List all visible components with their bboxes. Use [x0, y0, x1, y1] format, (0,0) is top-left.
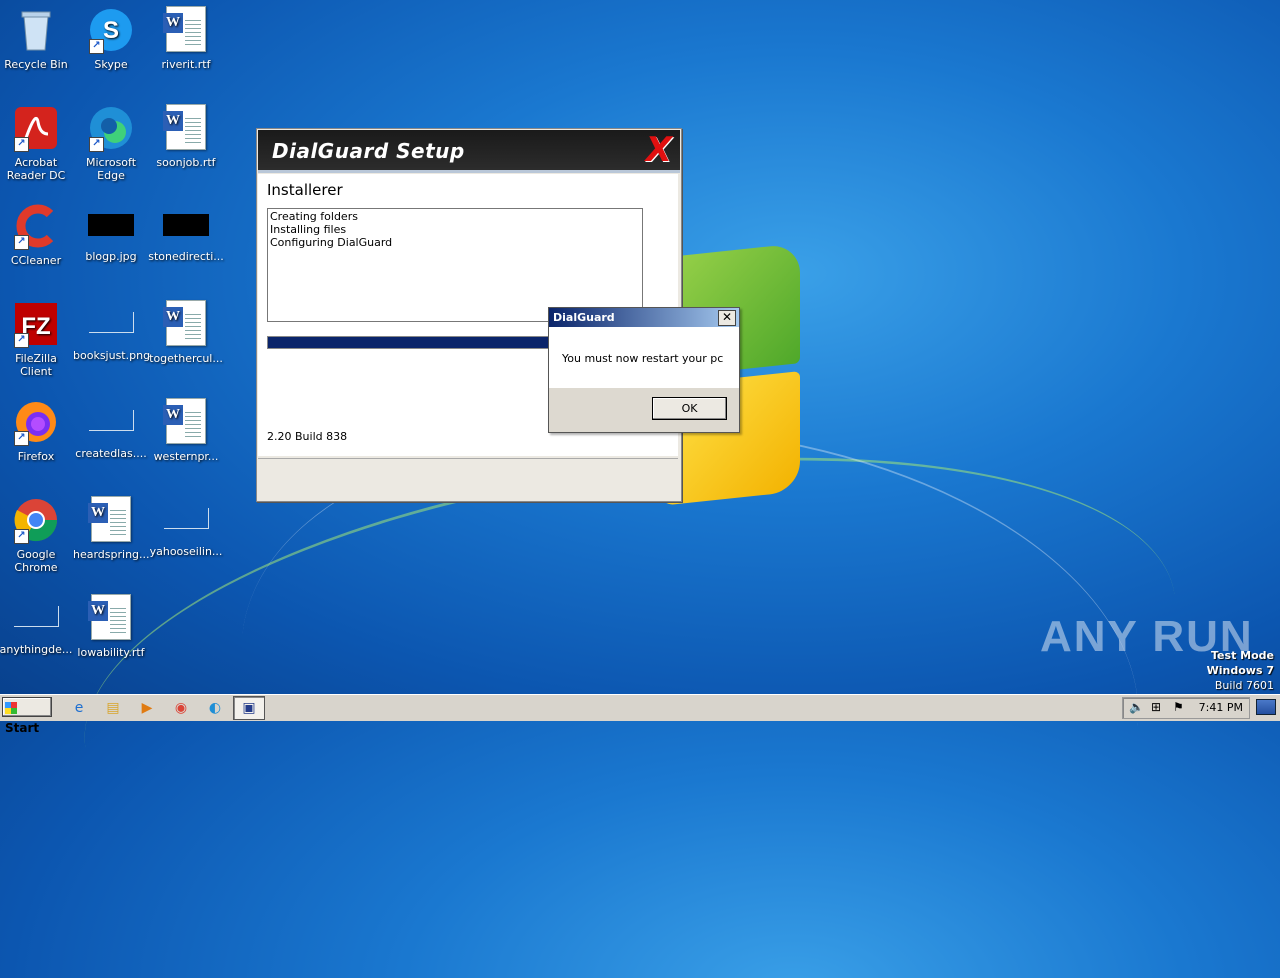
os-label: Windows 7 — [1206, 664, 1274, 677]
desktop-icon-stonedirecti[interactable]: stonedirecti... — [148, 202, 224, 263]
ccleaner-icon: ↗ — [12, 202, 60, 250]
progress-fill — [268, 337, 550, 348]
chrome-icon[interactable]: ◉ — [170, 698, 192, 718]
desktop-icon-lowability[interactable]: lowability.rtf — [73, 594, 149, 659]
system-tray: 🔈 ⊞ ⚑ 7:41 PM — [1122, 697, 1250, 719]
volume-icon[interactable]: 🔈 — [1129, 700, 1144, 714]
word-doc-icon — [162, 6, 210, 54]
setup-heading: Installerer — [267, 181, 343, 199]
desktop-icon-filezilla[interactable]: FZ ↗ FileZilla Client — [0, 300, 74, 378]
word-doc-icon — [87, 496, 135, 544]
dialog-title: DialGuard — [553, 311, 615, 324]
ok-button[interactable]: OK — [652, 397, 727, 420]
desktop-icon-acrobat[interactable]: ↗ Acrobat Reader DC — [0, 104, 74, 182]
dialog-titlebar: DialGuard ✕ — [549, 308, 739, 327]
file-icon — [13, 606, 59, 627]
start-button[interactable]: Start — [2, 697, 52, 735]
desktop-icon-recycle-bin[interactable]: Recycle Bin — [0, 6, 74, 71]
list-item: Creating folders — [270, 210, 358, 223]
list-item: Configuring DialGuard — [270, 236, 393, 249]
file-icon — [163, 508, 209, 529]
skype-icon: S ↗ — [87, 6, 135, 54]
recycle-bin-icon — [12, 6, 60, 54]
version-label: 2.20 Build 838 — [267, 430, 348, 443]
desktop-icon-soonjob[interactable]: soonjob.rtf — [148, 104, 224, 169]
desktop-icon-booksjust[interactable]: booksjust.png — [73, 300, 150, 362]
word-doc-icon — [162, 104, 210, 152]
test-mode-notice: Test Mode Windows 7 Build 7601 — [1207, 648, 1274, 693]
desktop-icon-firefox[interactable]: ↗ Firefox — [0, 398, 74, 463]
svg-text:S: S — [103, 17, 119, 44]
list-item: Installing files — [270, 223, 347, 236]
dialog-message: You must now restart your pc — [562, 352, 724, 365]
image-file-icon — [88, 312, 134, 333]
clock[interactable]: 7:41 PM — [1199, 701, 1243, 714]
restart-dialog: DialGuard ✕ You must now restart your pc… — [548, 307, 740, 433]
desktop-icon-chrome[interactable]: ↗ Google Chrome — [0, 496, 74, 574]
desktop-icon-yahooseilin[interactable]: yahooseilin... — [148, 496, 224, 558]
taskbar-item-dialguard[interactable]: ▣ — [233, 696, 265, 720]
explorer-icon[interactable]: ▤ — [102, 698, 124, 718]
desktop-icon-skype[interactable]: S ↗ Skype — [73, 6, 149, 71]
close-icon[interactable]: ✕ — [718, 310, 736, 326]
acrobat-icon: ↗ — [12, 104, 60, 152]
start-label: Start — [5, 721, 40, 735]
desktop-icon-ccleaner[interactable]: ↗ CCleaner — [0, 202, 74, 267]
network-icon[interactable]: ⊞ — [1151, 700, 1161, 714]
setup-title: DialGuard Setup — [272, 139, 465, 163]
image-file-icon — [88, 214, 134, 236]
desktop-icon-createdlas[interactable]: createdlas.... — [73, 398, 149, 460]
dialog-footer: OK — [549, 388, 739, 432]
media-player-icon[interactable]: ▶ — [136, 698, 158, 718]
taskbar: Start e ▤ ▶ ◉ ◐ ▣ 🔈 ⊞ ⚑ 7:41 PM — [0, 694, 1280, 735]
desktop-icon-blogp[interactable]: blogp.jpg — [73, 202, 149, 263]
desktop-icon-westernpr[interactable]: westernpr... — [148, 398, 224, 463]
file-icon — [88, 410, 134, 431]
desktop-icon-edge[interactable]: ↗ Microsoft Edge — [73, 104, 149, 182]
ie-icon[interactable]: e — [68, 698, 90, 718]
desktop-icon-heardspring[interactable]: heardspring... — [73, 496, 150, 561]
show-desktop-button[interactable] — [1256, 699, 1276, 715]
build-label: Build 7601 — [1214, 679, 1274, 692]
edge-icon: ↗ — [87, 104, 135, 152]
word-doc-icon — [162, 398, 210, 446]
windows-flag-icon — [5, 702, 17, 714]
dialguard-logo-icon: X — [645, 130, 672, 170]
action-center-flag-icon[interactable]: ⚑ — [1173, 700, 1184, 714]
setup-footer — [258, 458, 678, 499]
test-mode-label: Test Mode — [1211, 649, 1274, 662]
install-log-list[interactable]: Creating folders Installing files Config… — [267, 208, 643, 322]
image-file-icon — [163, 214, 209, 236]
word-doc-icon — [87, 594, 135, 642]
word-doc-icon — [162, 300, 210, 348]
firefox-icon: ↗ — [12, 398, 60, 446]
filezilla-icon: FZ ↗ — [12, 300, 60, 348]
chrome-icon: ↗ — [12, 496, 60, 544]
desktop-icon-riverit[interactable]: riverit.rtf — [148, 6, 224, 71]
setup-banner: DialGuard Setup X — [258, 130, 680, 173]
desktop-icon-anythingde[interactable]: anythingde... — [0, 594, 74, 656]
edge-icon[interactable]: ◐ — [204, 698, 226, 718]
desktop-icon-togethercul[interactable]: togethercul... — [148, 300, 224, 365]
dialguard-setup-icon: ▣ — [242, 700, 256, 716]
